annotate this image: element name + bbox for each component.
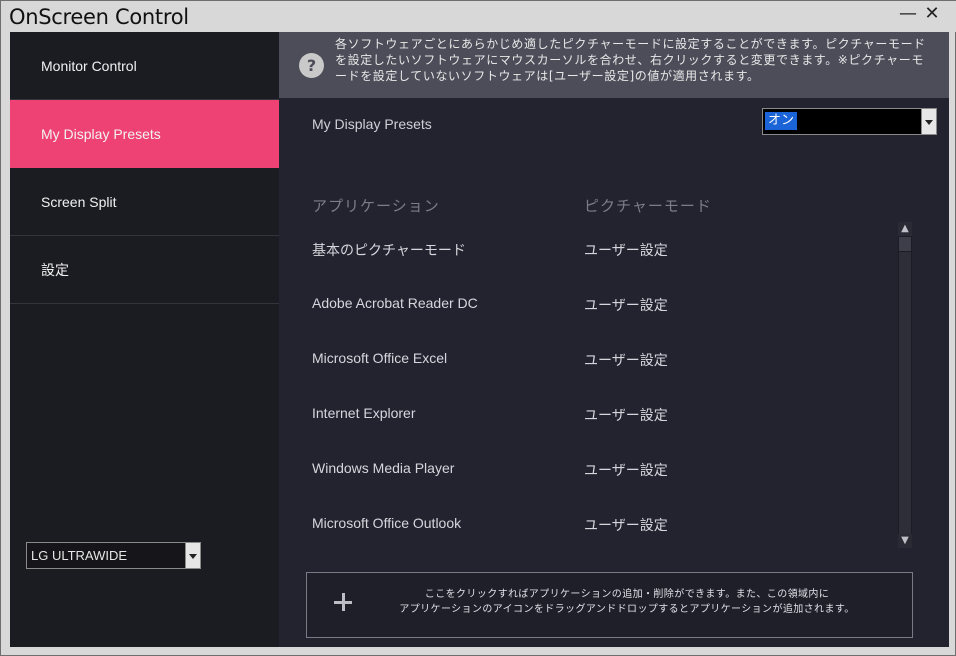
- close-button[interactable]: ✕: [921, 3, 943, 25]
- scroll-track[interactable]: [899, 252, 911, 534]
- scroll-thumb[interactable]: [899, 237, 911, 251]
- list-item[interactable]: 基本のピクチャーモード ユーザー設定: [279, 222, 894, 277]
- title-bar[interactable]: OnScreen Control — ✕: [1, 1, 956, 32]
- picture-mode-value[interactable]: ユーザー設定: [584, 460, 668, 480]
- minimize-button[interactable]: —: [897, 3, 919, 25]
- presets-label: My Display Presets: [312, 116, 432, 132]
- chevron-down-icon[interactable]: [921, 109, 936, 134]
- sidebar: Monitor Control My Display Presets Scree…: [10, 32, 279, 647]
- list-item[interactable]: Microsoft Office Outlook ユーザー設定: [279, 497, 894, 552]
- picture-mode-value[interactable]: ユーザー設定: [584, 405, 668, 425]
- scroll-down-icon[interactable]: ▼: [898, 534, 912, 548]
- app-window: OnScreen Control — ✕ Monitor Control My …: [0, 0, 956, 656]
- list-scrollbar[interactable]: ▲ ▼: [898, 222, 912, 548]
- list-item[interactable]: Microsoft Office Excel ユーザー設定: [279, 332, 894, 387]
- column-header-application: アプリケーション: [312, 197, 440, 215]
- presets-toggle-value: オン: [765, 112, 798, 130]
- presets-toggle-select[interactable]: オン: [762, 108, 937, 135]
- picture-mode-value[interactable]: ユーザー設定: [584, 295, 668, 315]
- add-application-area[interactable]: ここをクリックすればアプリケーションの追加・削除ができます。また、この領域内に …: [306, 572, 913, 638]
- picture-mode-value[interactable]: ユーザー設定: [584, 350, 668, 370]
- picture-mode-value[interactable]: ユーザー設定: [584, 515, 668, 535]
- chevron-down-icon[interactable]: [185, 543, 200, 568]
- column-header-picture-mode: ピクチャーモード: [584, 197, 712, 215]
- add-text-line-1: ここをクリックすればアプリケーションの追加・削除ができます。また、この領域内に: [424, 589, 830, 600]
- monitor-select-value: LG ULTRAWIDE: [31, 548, 128, 563]
- add-text-line-2: アプリケーションのアイコンをドラッグアンドドロップするとアプリケーションが追加さ…: [399, 604, 855, 615]
- application-name: Windows Media Player: [312, 460, 455, 476]
- picture-mode-value[interactable]: ユーザー設定: [584, 240, 668, 260]
- sidebar-item-settings[interactable]: 設定: [10, 236, 279, 304]
- application-name: 基本のピクチャーモード: [312, 242, 466, 258]
- list-item[interactable]: Adobe Acrobat Reader DC ユーザー設定: [279, 277, 894, 332]
- sidebar-item-my-display-presets[interactable]: My Display Presets: [10, 100, 279, 168]
- info-text: 各ソフトウェアごとにあらかじめ適したピクチャーモードに設定することができます。ピ…: [335, 37, 926, 83]
- sidebar-item-label: Screen Split: [41, 193, 117, 210]
- sidebar-item-label: My Display Presets: [41, 125, 161, 142]
- scroll-up-icon[interactable]: ▲: [898, 222, 912, 236]
- application-name: Internet Explorer: [312, 405, 416, 421]
- application-name: Adobe Acrobat Reader DC: [312, 295, 478, 311]
- add-application-text: ここをクリックすればアプリケーションの追加・削除ができます。また、この領域内に …: [347, 587, 907, 617]
- main-panel: ? 各ソフトウェアごとにあらかじめ適したピクチャーモードに設定することができます…: [279, 32, 949, 647]
- list-item[interactable]: Internet Explorer ユーザー設定: [279, 387, 894, 442]
- sidebar-item-screen-split[interactable]: Screen Split: [10, 168, 279, 236]
- sidebar-item-label: 設定: [41, 261, 69, 278]
- help-icon: ?: [299, 53, 324, 78]
- application-name: Microsoft Office Outlook: [312, 515, 462, 531]
- application-name: Microsoft Office Excel: [312, 350, 448, 366]
- list-item[interactable]: Windows Media Player ユーザー設定: [279, 442, 894, 497]
- monitor-select[interactable]: LG ULTRAWIDE: [26, 542, 201, 569]
- sidebar-item-monitor-control[interactable]: Monitor Control: [10, 32, 279, 100]
- sidebar-item-label: Monitor Control: [41, 57, 137, 74]
- window-title: OnScreen Control: [9, 5, 189, 29]
- info-bar: ? 各ソフトウェアごとにあらかじめ適したピクチャーモードに設定することができます…: [279, 32, 949, 98]
- application-list: 基本のピクチャーモード ユーザー設定 Adobe Acrobat Reader …: [279, 222, 899, 552]
